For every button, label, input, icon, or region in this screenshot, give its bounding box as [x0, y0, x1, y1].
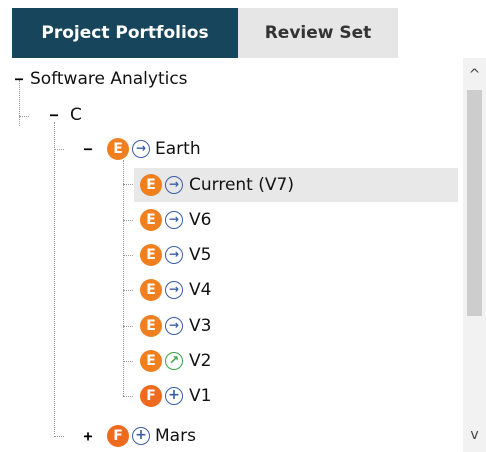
tree-connector: [123, 290, 133, 291]
tree-node-version[interactable]: E → Current (V7): [134, 168, 458, 202]
tree-node-label: V6: [189, 210, 212, 230]
tree-connector: [123, 326, 133, 327]
collapse-toggle[interactable]: −: [48, 108, 60, 123]
tree-node-version[interactable]: E → V4: [134, 273, 458, 307]
arrow-right-icon: →: [165, 176, 183, 194]
tree-node-label: Software Analytics: [30, 69, 188, 89]
arrow-up-right-icon: ↗: [165, 352, 183, 370]
collapse-toggle[interactable]: −: [13, 72, 25, 87]
tree-node-earth[interactable]: − E → Earth: [0, 132, 462, 166]
tree-connector: [123, 361, 133, 362]
tree-node-version[interactable]: E → V6: [134, 203, 458, 237]
tree-node-label: V4: [189, 280, 212, 300]
portfolio-tree: − Software Analytics − C − E → Earth E →…: [0, 58, 462, 452]
tree-node-version[interactable]: E → V3: [134, 309, 458, 343]
tree-connector: [123, 184, 133, 185]
tree-node-version[interactable]: E → V5: [134, 238, 458, 272]
tree-node-version[interactable]: E ↗ V2: [134, 344, 458, 378]
scroll-down-icon[interactable]: v: [463, 424, 486, 446]
edition-badge-icon: E: [140, 279, 162, 301]
tab-bar: Project Portfolios Review Set: [0, 0, 486, 58]
arrow-right-icon: →: [165, 281, 183, 299]
expand-toggle[interactable]: +: [82, 429, 94, 444]
collapse-toggle[interactable]: −: [82, 142, 94, 157]
arrow-right-icon: →: [165, 246, 183, 264]
tree-node-label: V3: [189, 316, 212, 336]
tree-node-label: Earth: [155, 139, 201, 159]
plus-icon: +: [165, 387, 183, 405]
tree-node-c[interactable]: − C: [0, 98, 462, 132]
plus-icon: +: [132, 427, 150, 445]
tab-project-portfolios[interactable]: Project Portfolios: [12, 8, 238, 58]
scroll-thumb[interactable]: [467, 90, 482, 316]
scroll-up-icon[interactable]: ^: [463, 64, 486, 86]
tree-node-label: C: [70, 105, 82, 125]
tree-connector: [123, 255, 133, 256]
tab-review-set[interactable]: Review Set: [238, 8, 398, 58]
edition-badge-icon: F: [140, 385, 162, 407]
tree-node-label: Mars: [155, 426, 196, 446]
edition-badge-icon: E: [140, 244, 162, 266]
arrow-right-icon: →: [132, 140, 150, 158]
tree-connector: [54, 122, 55, 434]
vertical-scrollbar[interactable]: ^ v: [463, 58, 486, 452]
tree-node-label: V5: [189, 245, 212, 265]
arrow-right-icon: →: [165, 317, 183, 335]
edition-badge-icon: E: [140, 315, 162, 337]
tree-node-mars[interactable]: + F + Mars: [0, 419, 462, 452]
tree-node-label: V1: [189, 386, 212, 406]
tree-node-label: Current (V7): [189, 175, 294, 195]
edition-badge-icon: E: [140, 174, 162, 196]
tree-node-version[interactable]: F + V1: [134, 379, 458, 413]
edition-badge-icon: E: [107, 138, 129, 160]
edition-badge-icon: F: [107, 425, 129, 447]
tree-connector: [123, 396, 133, 397]
tree-connector: [123, 220, 133, 221]
tree-node-label: V2: [189, 351, 212, 371]
arrow-right-icon: →: [165, 211, 183, 229]
edition-badge-icon: E: [140, 209, 162, 231]
edition-badge-icon: E: [140, 350, 162, 372]
tree-node-software-analytics[interactable]: − Software Analytics: [0, 62, 462, 96]
